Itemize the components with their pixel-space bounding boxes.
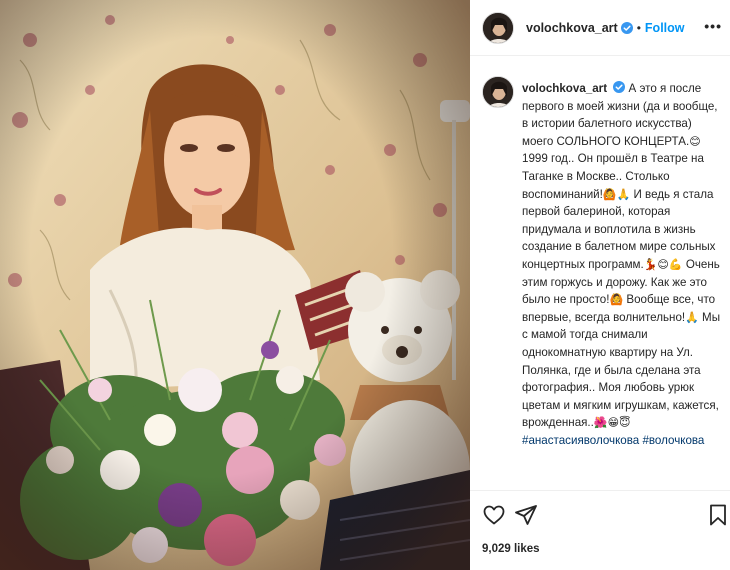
verified-badge-icon — [620, 21, 633, 34]
post-header: volochkova_art • Follow ••• — [470, 0, 730, 56]
post-actions: 9,029 likes — [470, 490, 730, 570]
emoji-group-3: 🙆 — [609, 293, 624, 307]
paper-plane-icon[interactable] — [514, 503, 538, 527]
emoji-group-1: 🙆🙏 — [602, 187, 631, 201]
emoji-group-2: 💃😊💪 — [643, 257, 683, 271]
photo-illustration — [0, 0, 470, 570]
avatar-image — [483, 12, 513, 43]
likes-count[interactable]: 9,029 likes — [482, 543, 540, 555]
bookmark-icon[interactable] — [706, 503, 730, 527]
caption-body-6: Мы с мамой тогда снимали однокомнатную к… — [522, 310, 721, 430]
avatar-image — [483, 77, 513, 107]
emoji-group-4: 🙏 — [685, 310, 699, 324]
author-avatar[interactable] — [482, 11, 514, 44]
caption-author-avatar[interactable] — [482, 76, 514, 108]
post-photo[interactable] — [0, 0, 470, 570]
hashtag-link[interactable]: #волочкова — [642, 434, 704, 447]
emoji-smile: 😊 — [689, 134, 701, 148]
caption-section: volochkova_art А это я после первого в м… — [470, 72, 730, 490]
author-username[interactable]: volochkova_art — [526, 21, 618, 35]
follow-button[interactable]: Follow — [645, 21, 685, 35]
emoji-group-5: 🌺😁😇 — [593, 416, 631, 430]
caption-username[interactable]: volochkova_art — [522, 82, 607, 95]
header-user-line: volochkova_art • Follow — [526, 21, 685, 35]
verified-badge-icon — [613, 81, 626, 93]
caption-text: volochkova_art А это я после первого в м… — [522, 80, 726, 449]
heart-icon[interactable] — [482, 503, 506, 527]
more-options-icon[interactable]: ••• — [704, 18, 722, 34]
hashtag-link[interactable]: #анастасияволочкова — [522, 434, 639, 447]
post-side-panel: volochkova_art • Follow ••• volochkova_a… — [470, 0, 730, 570]
separator-dot: • — [636, 20, 641, 35]
